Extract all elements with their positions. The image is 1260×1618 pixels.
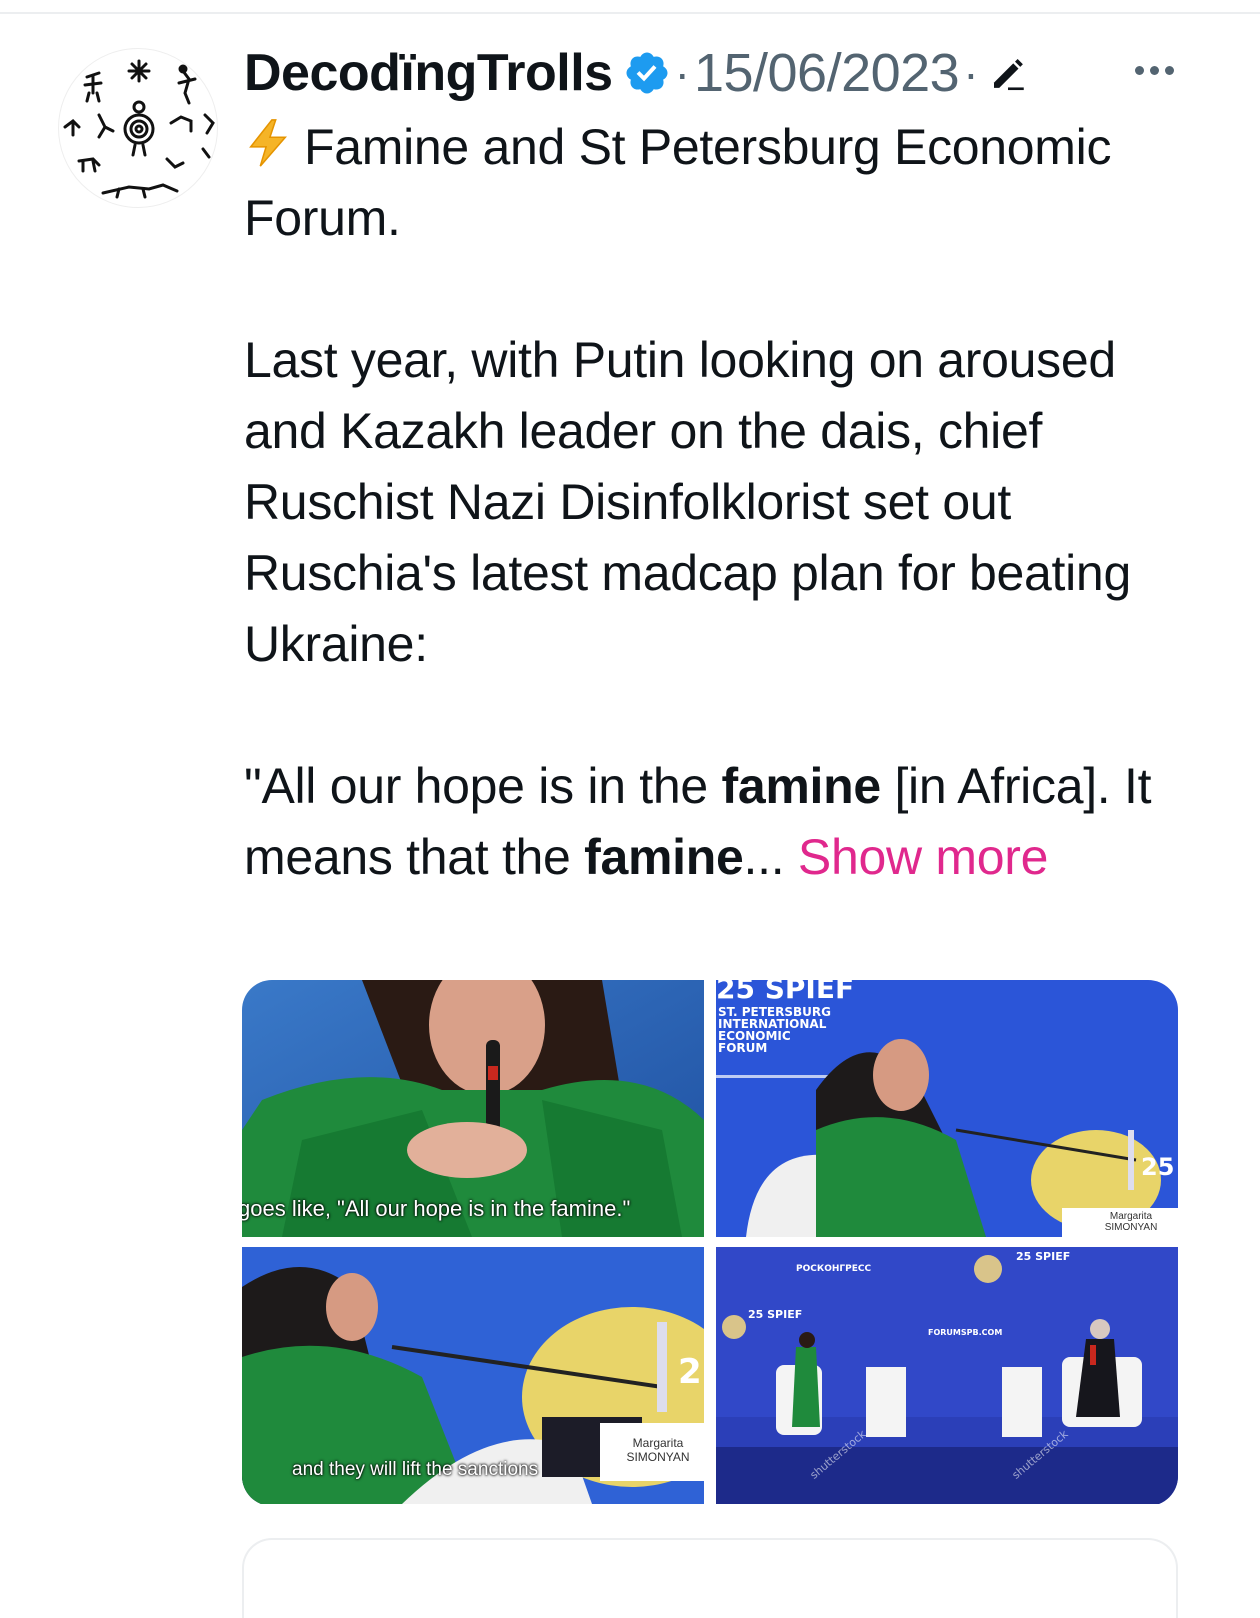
post-timestamp[interactable]: 15/06/2023 [694,42,960,104]
petroglyph-avatar-icon [63,59,215,199]
tweet-paragraph: Last year, with Putin looking on aroused… [244,332,1131,672]
media-image-4[interactable]: РОСКОНГРЕСС 25 SPIEF 25 SPIEF FORUMSPB.C… [716,1247,1178,1504]
spief-logo-top: 25 SPIEF [1016,1250,1071,1263]
video-caption: goes like, "All our hope is in the famin… [242,1196,631,1221]
more-dots-icon [1134,65,1144,75]
media-image-3[interactable]: 2 Margarita SIMONYAN and they will lift … [242,1247,704,1504]
spief-logo-subtitle: ST. PETERSBURG INTERNATIONAL ECONOMIC FO… [718,1005,831,1055]
spief-logo: 25 SPIEF [748,1308,803,1321]
side-logo: 2 [678,1352,702,1392]
author-avatar[interactable] [58,48,218,208]
media-image-2[interactable]: 25 SPIEF ST. PETERSBURG INTERNATIONAL EC… [716,980,1178,1237]
tweet-header: DecodïngTrolls · 15/06/2023 · [244,38,1029,108]
lightning-bolt-icon [249,119,287,167]
more-options-button[interactable] [1124,50,1184,90]
tweet-title-line: Famine and St Petersburg Economic Forum. [244,112,1184,254]
header-separator: · [674,47,690,99]
forum-website: FORUMSPB.COM [928,1328,1003,1337]
video-caption: and they will lift the sanctions [292,1459,539,1480]
wide-stage-photo [716,1247,1178,1504]
roscongress-banner: РОСКОНГРЕСС [796,1264,872,1274]
next-card-edge [242,1538,1178,1618]
bold-word: famine [721,758,882,814]
tweet-text: Famine and St Petersburg Economic Forum.… [244,112,1184,893]
verified-badge-icon[interactable] [623,49,671,97]
tweet-title: Famine and St Petersburg Economic Forum. [244,119,1112,246]
bold-word: famine [584,829,744,885]
header-separator-2: · [963,47,979,99]
side-logo: 25 [1141,1153,1175,1181]
media-image-1[interactable]: goes like, "All our hope is in the famin… [242,980,704,1237]
author-display-name[interactable]: DecodïngTrolls [244,43,613,103]
speaker-nameplate: Margarita SIMONYAN [1086,1210,1176,1234]
spief-logo: 25 SPIEF [716,980,855,1005]
tweet[interactable]: DecodïngTrolls · 15/06/2023 · Famine and… [0,0,1260,1618]
media-grid: goes like, "All our hope is in the famin… [242,980,1178,1506]
speaker-nameplate: Margarita SIMONYAN [612,1433,704,1467]
tweet-quote: "All our hope is in the famine [in Afric… [244,758,1152,885]
pencil-icon[interactable] [987,52,1029,94]
show-more-link[interactable]: Show more [798,829,1048,885]
